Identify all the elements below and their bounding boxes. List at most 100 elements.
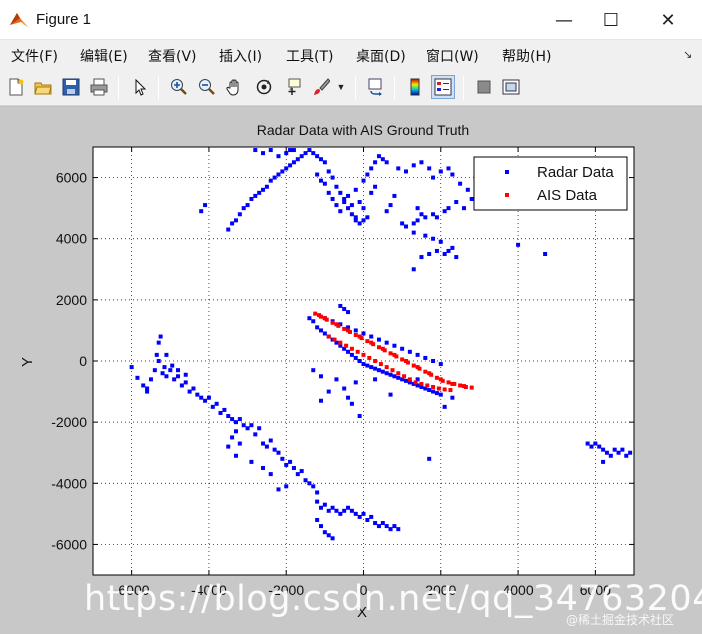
- legend-button[interactable]: [431, 75, 455, 99]
- scatter-plot[interactable]: -6000 -4000 -2000 0 2000 4000 6000-6000-4000-2…: [0, 107, 702, 634]
- data-point: [423, 369, 428, 374]
- data-point: [346, 505, 351, 510]
- brush-dropdown-button[interactable]: ▼: [333, 75, 349, 99]
- data-point: [438, 362, 443, 367]
- brush-button[interactable]: [309, 75, 333, 99]
- pan-hand-icon: [226, 79, 239, 96]
- menu-dock-arrow-icon[interactable]: ↘: [683, 48, 692, 61]
- data-point: [349, 508, 354, 513]
- select-arrow-button[interactable]: [128, 75, 152, 99]
- toolbar-separator: [118, 76, 119, 100]
- data-point: [210, 404, 215, 409]
- data-point: [357, 414, 362, 419]
- link-plot-button[interactable]: [364, 75, 388, 99]
- minimize-button[interactable]: —: [541, 0, 587, 40]
- data-point: [380, 157, 385, 162]
- data-point: [411, 221, 416, 226]
- matlab-logo-icon: [10, 13, 28, 27]
- legend[interactable]: Radar Data AIS Data: [473, 156, 628, 211]
- save-button[interactable]: [59, 75, 83, 99]
- data-point: [334, 203, 339, 208]
- data-point: [318, 398, 323, 403]
- maximize-button[interactable]: ☐: [588, 0, 634, 40]
- colorbar-icon: [410, 78, 420, 96]
- data-point: [369, 334, 374, 339]
- data-point: [373, 366, 378, 371]
- menu-window[interactable]: 窗口(W): [426, 46, 479, 66]
- menu-insert[interactable]: 插入(I): [219, 46, 262, 66]
- menu-file[interactable]: 文件(F): [11, 46, 58, 66]
- data-point: [326, 190, 331, 195]
- minimize-icon: —: [555, 9, 573, 31]
- data-point: [176, 368, 181, 373]
- data-point: [357, 359, 362, 363]
- data-point: [392, 374, 397, 379]
- menu-help[interactable]: 帮助(H): [502, 46, 551, 66]
- data-point: [396, 375, 401, 380]
- data-point: [315, 517, 320, 522]
- hide-plot-tools-button[interactable]: [472, 75, 496, 99]
- data-point: [365, 363, 370, 368]
- data-point: [446, 248, 451, 253]
- data-point: [295, 157, 300, 162]
- data-point: [311, 319, 316, 324]
- data-point: [365, 517, 370, 522]
- data-point: [458, 181, 463, 186]
- data-point: [446, 166, 451, 171]
- pan-button[interactable]: [223, 75, 247, 99]
- data-point: [436, 386, 441, 391]
- data-cursor-button[interactable]: [280, 75, 304, 99]
- legend-marker-ais: [505, 193, 509, 197]
- data-point: [361, 206, 366, 211]
- show-plot-tools-button[interactable]: [499, 75, 523, 99]
- print-button[interactable]: [87, 75, 111, 99]
- watermark-credit: @稀土掘金技术社区: [566, 613, 675, 627]
- data-point: [315, 172, 320, 177]
- data-point: [349, 352, 354, 357]
- menu-tools[interactable]: 工具(T): [286, 46, 333, 66]
- data-point: [311, 368, 316, 373]
- data-point: [154, 352, 159, 357]
- data-point: [291, 160, 296, 165]
- menu-edit[interactable]: 编辑(E): [80, 46, 128, 66]
- new-figure-button[interactable]: [4, 75, 28, 99]
- data-point: [392, 343, 397, 348]
- data-point: [346, 193, 351, 198]
- data-point: [448, 388, 453, 393]
- zoom-in-button[interactable]: [167, 75, 191, 99]
- data-point: [253, 432, 258, 437]
- data-point: [349, 212, 354, 217]
- data-point: [392, 193, 397, 198]
- data-point: [376, 154, 381, 159]
- data-point: [516, 242, 521, 247]
- data-point: [361, 218, 366, 223]
- zoom-out-button[interactable]: [195, 75, 219, 99]
- menu-view[interactable]: 查看(V): [148, 46, 197, 66]
- data-point: [450, 395, 455, 400]
- open-file-button[interactable]: [31, 75, 55, 99]
- y-tick-label: -4000: [51, 475, 87, 491]
- y-tick-label: 6000: [56, 170, 87, 186]
- data-point: [427, 456, 432, 461]
- data-point: [129, 365, 134, 370]
- data-point: [373, 359, 378, 363]
- data-point: [404, 378, 409, 383]
- data-point: [404, 359, 409, 363]
- data-point: [284, 484, 289, 489]
- data-point: [431, 212, 436, 217]
- menu-desktop[interactable]: 桌面(D): [356, 46, 406, 66]
- data-point: [342, 200, 347, 205]
- rotate-3d-button[interactable]: [252, 75, 276, 99]
- data-point: [338, 303, 343, 308]
- data-point: [257, 426, 262, 431]
- colorbar-button[interactable]: [403, 75, 427, 99]
- data-point: [427, 371, 432, 376]
- save-icon: [62, 78, 80, 96]
- data-point: [233, 429, 238, 434]
- data-point: [330, 536, 335, 541]
- data-point: [400, 357, 405, 362]
- data-point: [365, 339, 370, 344]
- data-point: [373, 521, 378, 526]
- data-point: [303, 478, 308, 483]
- close-button[interactable]: ✕: [645, 0, 691, 40]
